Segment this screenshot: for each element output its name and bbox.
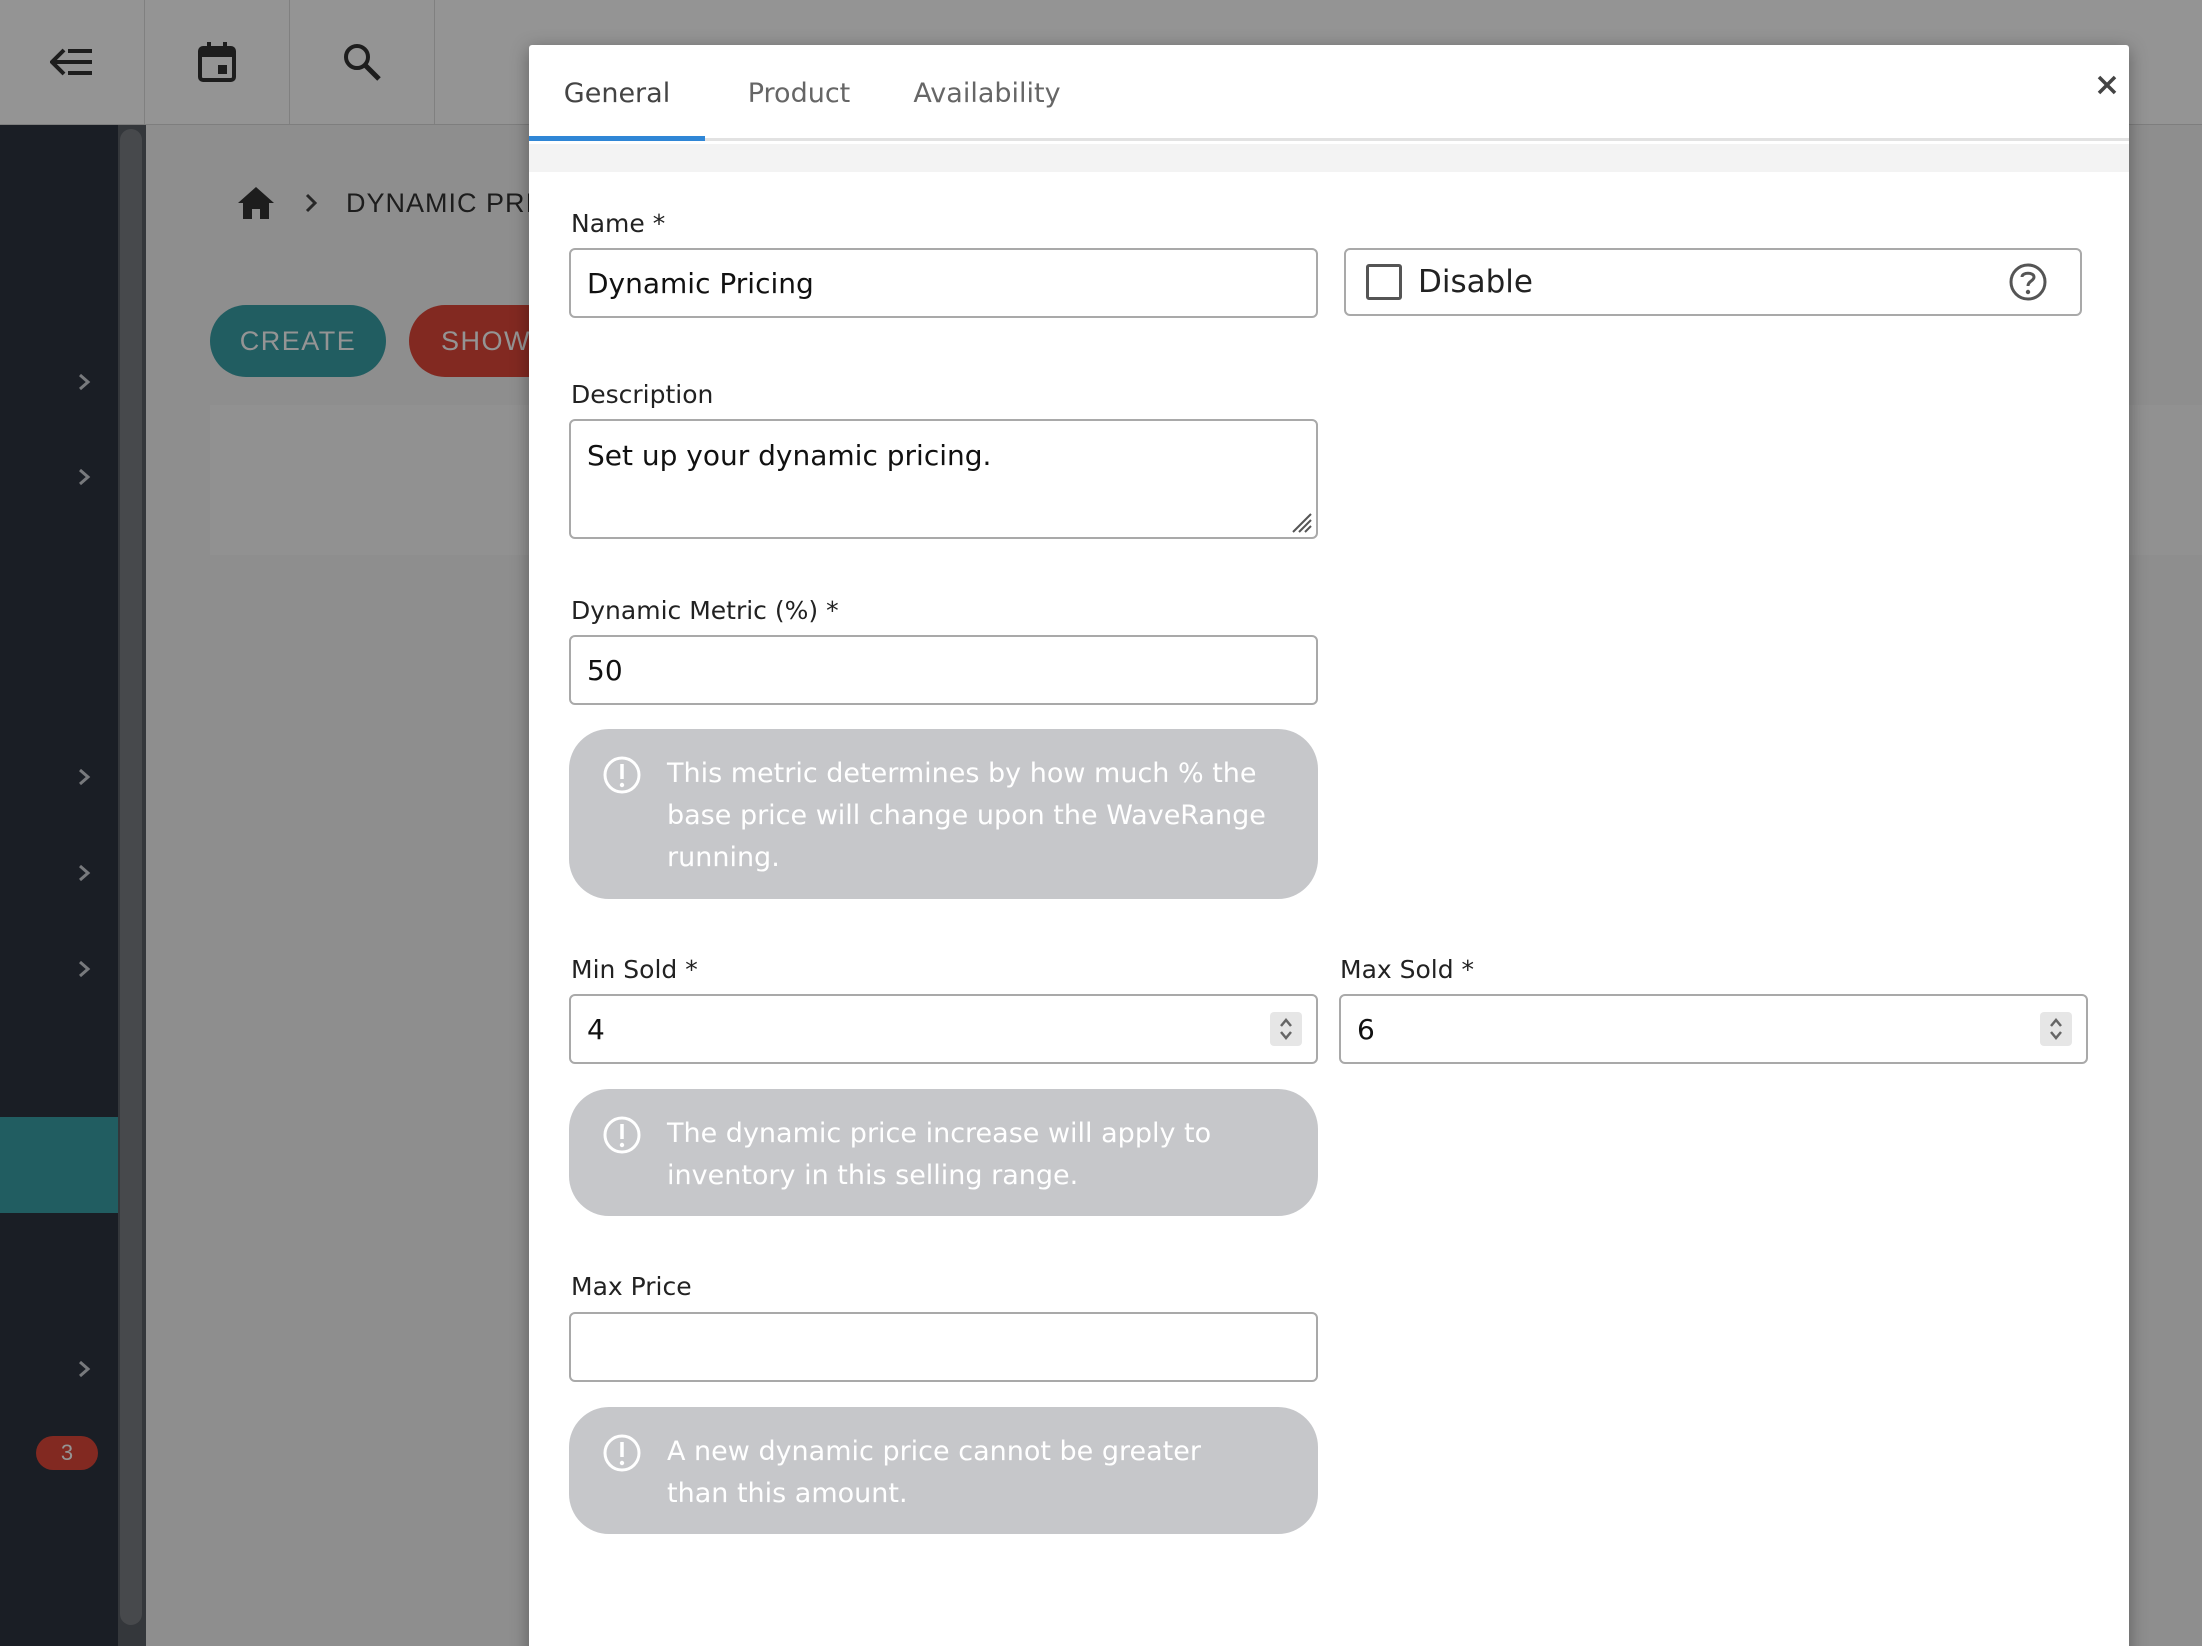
tab-general[interactable]: General xyxy=(529,45,705,141)
max-sold-stepper[interactable] xyxy=(2040,1012,2072,1046)
disable-checkbox[interactable] xyxy=(1366,264,1402,300)
dynamic-metric-info: This metric determines by how much % the… xyxy=(569,729,1318,899)
dynamic-metric-input[interactable]: 50 xyxy=(569,635,1318,705)
alert-circle-icon xyxy=(603,1434,641,1472)
modal-divider xyxy=(529,144,2129,172)
disable-label[interactable]: Disable xyxy=(1418,250,1533,314)
sold-range-info: The dynamic price increase will apply to… xyxy=(569,1089,1318,1216)
sold-range-info-text: The dynamic price increase will apply to… xyxy=(667,1118,1212,1191)
description-text: Set up your dynamic pricing. xyxy=(587,439,992,472)
alert-circle-icon xyxy=(603,1116,641,1154)
modal-tabs: General Product Availability xyxy=(529,45,2129,141)
stepper-arrows-icon xyxy=(1280,1018,1292,1040)
dynamic-metric-info-text: This metric determines by how much % the… xyxy=(667,758,1266,873)
max-price-input[interactable] xyxy=(569,1312,1318,1382)
dynamic-metric-label: Dynamic Metric (%) * xyxy=(571,596,839,625)
description-textarea[interactable]: Set up your dynamic pricing. xyxy=(569,419,1318,539)
active-tab-indicator xyxy=(529,136,705,141)
min-sold-input[interactable]: 4 xyxy=(569,994,1318,1064)
help-circle-icon[interactable] xyxy=(2008,262,2048,302)
tab-product[interactable]: Product xyxy=(729,45,869,141)
max-price-info: A new dynamic price cannot be greater th… xyxy=(569,1407,1318,1534)
max-price-label: Max Price xyxy=(571,1272,692,1301)
dynamic-pricing-modal: General Product Availability Name * Dyna… xyxy=(529,45,2129,1646)
alert-circle-icon xyxy=(603,756,641,794)
stepper-arrows-icon xyxy=(2050,1018,2062,1040)
name-input[interactable]: Dynamic Pricing xyxy=(569,248,1318,318)
min-sold-value: 4 xyxy=(587,1012,605,1046)
max-sold-input[interactable]: 6 xyxy=(1339,994,2088,1064)
close-button[interactable] xyxy=(2085,63,2129,107)
min-sold-stepper[interactable] xyxy=(1270,1012,1302,1046)
max-sold-label: Max Sold * xyxy=(1340,955,1475,984)
max-sold-value: 6 xyxy=(1357,1012,1375,1046)
min-sold-label: Min Sold * xyxy=(571,955,698,984)
description-label: Description xyxy=(571,380,714,409)
disable-field: Disable xyxy=(1344,248,2082,316)
tab-availability[interactable]: Availability xyxy=(897,45,1077,141)
close-icon xyxy=(2097,75,2117,95)
name-label: Name * xyxy=(571,209,666,238)
resize-grip-icon[interactable] xyxy=(1287,508,1313,534)
max-price-info-text: A new dynamic price cannot be greater th… xyxy=(667,1436,1201,1509)
